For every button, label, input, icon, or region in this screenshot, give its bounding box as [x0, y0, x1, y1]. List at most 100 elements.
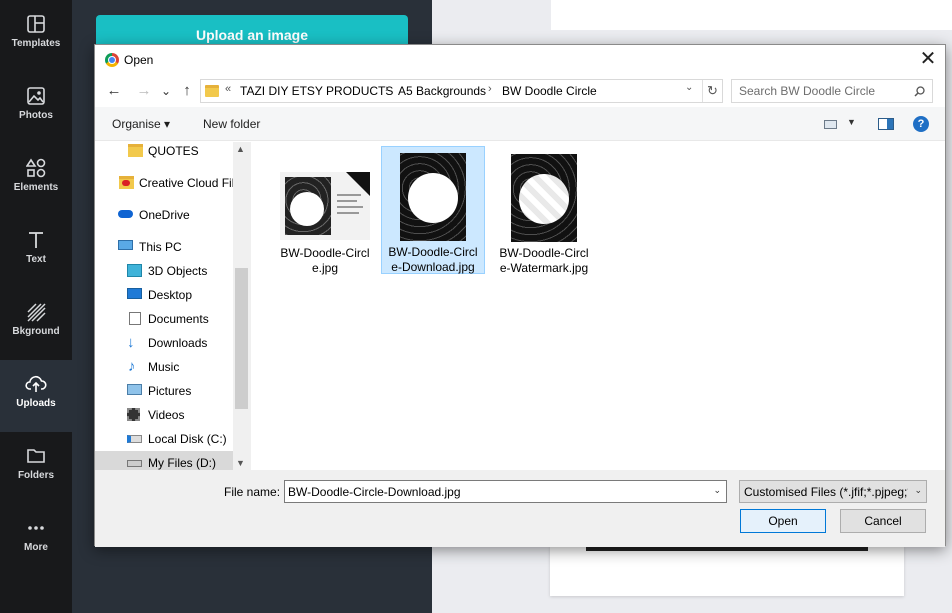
- rail-more[interactable]: More: [0, 504, 72, 576]
- rail-folders[interactable]: Folders: [0, 432, 72, 504]
- nav-item-label: Documents: [148, 312, 209, 326]
- nav-item-label: Videos: [148, 408, 185, 422]
- nav-item-label: Music: [148, 360, 180, 374]
- file-name-line: e-Download.jpg: [391, 260, 475, 274]
- rail-text[interactable]: Text: [0, 216, 72, 288]
- rail-photos[interactable]: Photos: [0, 72, 72, 144]
- recent-locations-icon[interactable]: ⌄: [157, 82, 175, 100]
- breadcrumb-overflow[interactable]: «: [225, 83, 231, 95]
- nav-item-desktop[interactable]: Desktop: [95, 283, 233, 307]
- back-arrow-icon[interactable]: ←: [105, 82, 123, 100]
- pictures-icon: [127, 384, 142, 395]
- open-button[interactable]: Open: [740, 509, 826, 533]
- scroll-up-arrow[interactable]: ▲: [236, 144, 245, 154]
- file-type-select[interactable]: Customised Files (*.jfif;*.pjpeg;* ⌄: [739, 480, 927, 503]
- scrollbar-thumb[interactable]: [235, 268, 248, 409]
- rail-label: Photos: [19, 110, 53, 121]
- breadcrumb-item[interactable]: TAZI DIY ETSY PRODUCTS: [240, 84, 393, 98]
- nav-item-downloads[interactable]: ↓ Downloads: [95, 331, 233, 355]
- documents-icon: [129, 312, 141, 325]
- up-arrow-icon[interactable]: ↑: [178, 82, 196, 100]
- nav-item-creative-cloud[interactable]: Creative Cloud Fil: [95, 171, 235, 195]
- organise-button[interactable]: Organise ▾: [112, 117, 170, 131]
- design-page-card[interactable]: [550, 546, 904, 596]
- file-item[interactable]: BW-Doodle-Circl e-Watermark.jpg: [493, 148, 597, 276]
- more-icon: [28, 526, 44, 530]
- nav-pane-scrollbar[interactable]: ▲ ▼: [233, 142, 250, 470]
- refresh-button[interactable]: ↻: [702, 80, 722, 102]
- preview-pane-icon[interactable]: [878, 118, 894, 130]
- breadcrumb-item[interactable]: A5 Backgrounds: [398, 84, 486, 98]
- address-bar[interactable]: « TAZI DIY ETSY PRODUCTS › A5 Background…: [200, 79, 723, 103]
- chevron-down-icon[interactable]: ⌄: [713, 485, 721, 496]
- nav-item-label: QUOTES: [148, 144, 199, 158]
- rail-label: Folders: [17, 470, 55, 481]
- file-name-line: BW-Doodle-Circl: [499, 246, 589, 260]
- breadcrumb-separator[interactable]: ›: [488, 83, 492, 95]
- file-item[interactable]: BW-Doodle-Circl e.jpg: [274, 148, 378, 276]
- file-thumbnail: [400, 153, 466, 241]
- file-name-line: BW-Doodle-Circl: [388, 245, 478, 259]
- help-icon[interactable]: ?: [913, 116, 929, 132]
- dialog-title: Open: [124, 53, 154, 67]
- file-name-field[interactable]: BW-Doodle-Circle-Download.jpg ⌄: [284, 480, 727, 503]
- forward-arrow-icon[interactable]: →: [135, 82, 153, 100]
- nav-item-pictures[interactable]: Pictures: [95, 379, 233, 403]
- templates-icon: [27, 15, 45, 33]
- nav-item-videos[interactable]: Videos: [95, 403, 233, 427]
- breadcrumb-separator[interactable]: ›: [385, 83, 389, 95]
- breadcrumb-item[interactable]: BW Doodle Circle: [502, 84, 597, 98]
- file-name: BW-Doodle-Circl e-Watermark.jpg: [493, 246, 595, 276]
- rail-uploads[interactable]: Uploads: [0, 360, 72, 432]
- navigation-pane: QUOTES Creative Cloud Fil OneDrive This …: [95, 142, 250, 470]
- nav-item-my-files[interactable]: My Files (D:): [95, 451, 233, 470]
- nav-item-documents[interactable]: Documents: [95, 307, 233, 331]
- search-input[interactable]: Search BW Doodle Circle: [739, 84, 875, 98]
- file-name-line: e-Watermark.jpg: [499, 261, 589, 275]
- open-file-dialog: Open ✕ ← → ⌄ ↑ « TAZI DIY ETSY PRODUCTS …: [94, 44, 946, 547]
- change-view-icon[interactable]: [824, 120, 837, 129]
- elements-icon: [26, 158, 46, 178]
- nav-item-onedrive[interactable]: OneDrive: [95, 203, 233, 227]
- nav-item-3d-objects[interactable]: 3D Objects: [95, 259, 233, 283]
- close-button[interactable]: ✕: [911, 45, 945, 75]
- background-icon: [27, 303, 46, 322]
- search-field[interactable]: Search BW Doodle Circle: [731, 79, 933, 103]
- file-list-pane: BW-Doodle-Circl e.jpg BW-Doodle-Circl e-…: [250, 142, 945, 470]
- text-icon: [29, 232, 43, 248]
- nav-item-label: Creative Cloud Fil: [139, 176, 235, 190]
- photos-icon: [27, 87, 45, 105]
- nav-item-label: OneDrive: [139, 208, 190, 222]
- file-name: BW-Doodle-Circl e-Download.jpg: [382, 245, 484, 275]
- file-name: BW-Doodle-Circl e.jpg: [274, 246, 376, 276]
- file-item-selected[interactable]: BW-Doodle-Circl e-Download.jpg: [381, 146, 485, 274]
- drive-icon: [127, 460, 142, 467]
- creative-cloud-icon: [119, 176, 134, 189]
- uploads-icon: [25, 375, 47, 392]
- view-options-dropdown[interactable]: ▼: [847, 117, 856, 127]
- rail-elements[interactable]: Elements: [0, 144, 72, 216]
- dialog-titlebar[interactable]: Open ✕: [95, 45, 945, 75]
- rail-background[interactable]: Bkground: [0, 288, 72, 360]
- folder-icon: [205, 85, 219, 97]
- nav-item-this-pc[interactable]: This PC: [95, 235, 233, 259]
- rail-templates[interactable]: Templates: [0, 0, 72, 72]
- nav-item-music[interactable]: ♪ Music: [95, 355, 233, 379]
- rail-label: Templates: [11, 38, 61, 49]
- cancel-button[interactable]: Cancel: [840, 509, 926, 533]
- nav-item-label: 3D Objects: [148, 264, 208, 278]
- file-type-value: Customised Files (*.jfif;*.pjpeg;*: [744, 485, 908, 499]
- onedrive-icon: [118, 210, 133, 218]
- nav-item-quotes[interactable]: QUOTES: [95, 142, 233, 163]
- scroll-down-arrow[interactable]: ▼: [236, 458, 245, 468]
- chevron-down-icon[interactable]: ⌄: [685, 82, 699, 93]
- refresh-icon: ↻: [707, 83, 718, 98]
- rail-label: Elements: [13, 182, 59, 193]
- file-name-input[interactable]: BW-Doodle-Circle-Download.jpg: [288, 485, 461, 499]
- file-name-line: e.jpg: [311, 261, 339, 275]
- new-folder-button[interactable]: New folder: [203, 117, 260, 131]
- local-disk-icon: [127, 435, 142, 443]
- chevron-down-icon[interactable]: ⌄: [914, 485, 922, 496]
- nav-item-local-disk[interactable]: Local Disk (C:): [95, 427, 233, 451]
- search-icon: [914, 86, 925, 97]
